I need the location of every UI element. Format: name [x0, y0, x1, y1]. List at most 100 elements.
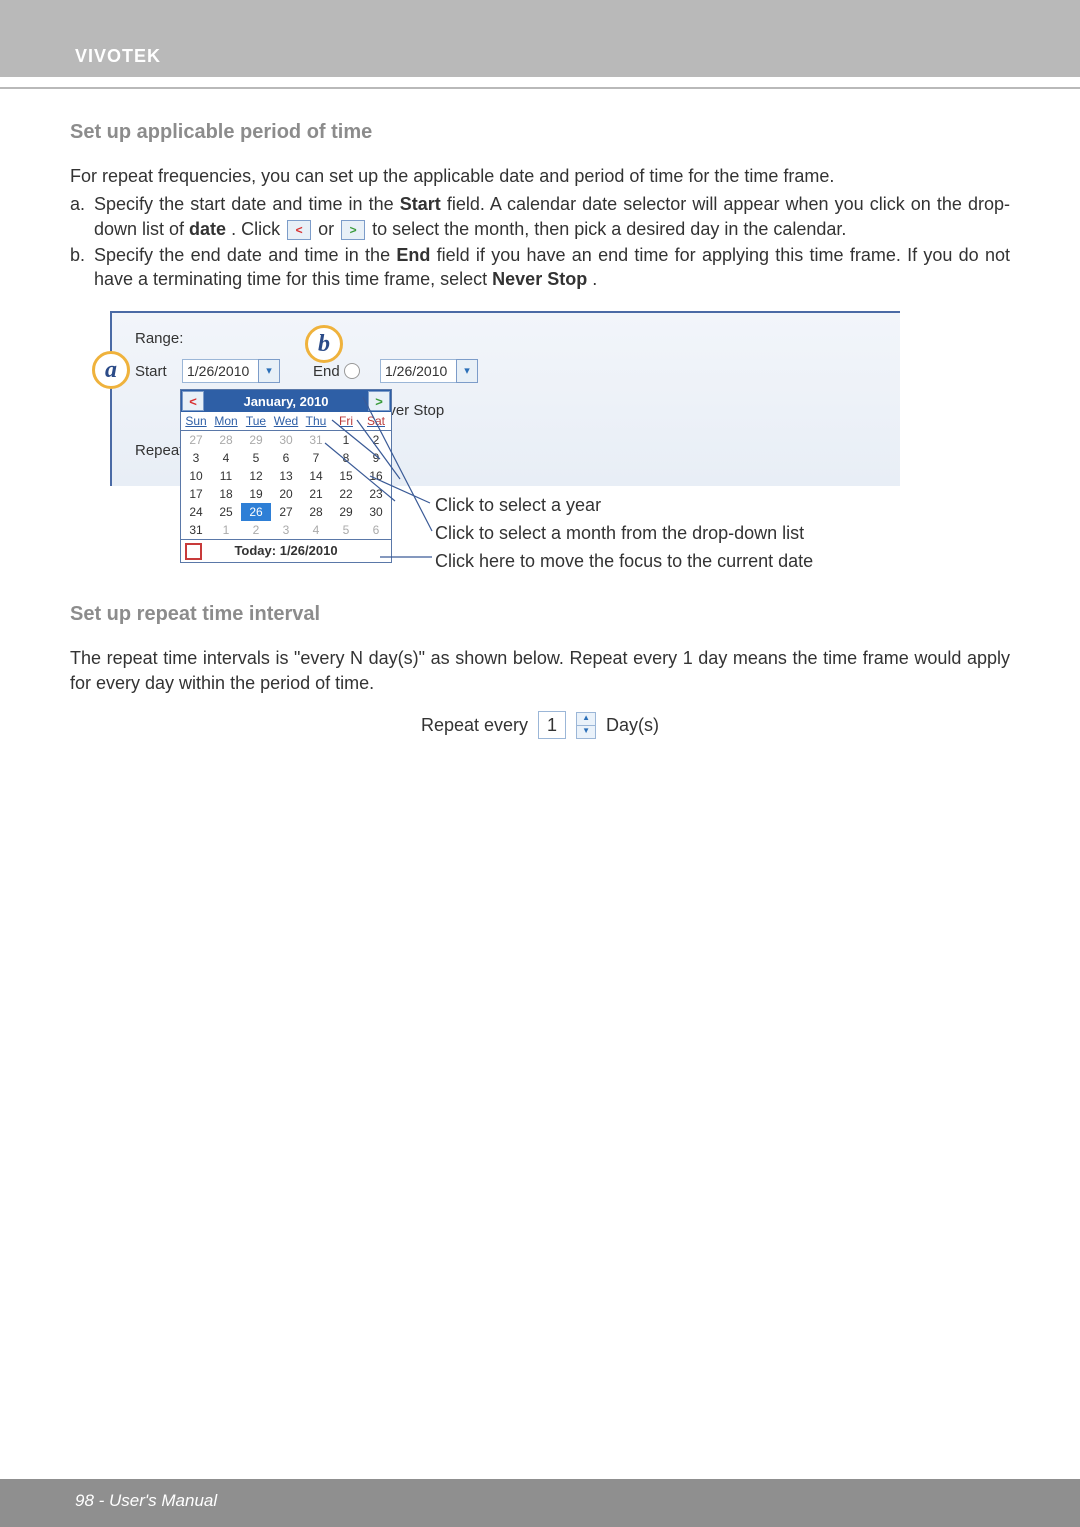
start-date-dropdown[interactable]: ▾	[258, 359, 280, 383]
dow-cell: Fri	[331, 412, 361, 430]
step-letter: b.	[70, 243, 94, 292]
header-bar: VIVOTEK	[0, 0, 1080, 77]
repeat-interval-figure: Repeat every 1 ▲ ▼ Day(s)	[70, 711, 1010, 739]
today-link[interactable]: Today: 1/26/2010	[181, 539, 391, 562]
stepper-up-icon[interactable]: ▲	[577, 713, 595, 726]
text: Specify the start date and time in the	[94, 194, 400, 214]
repeat-stepper[interactable]: ▲ ▼	[576, 712, 596, 739]
section-title-1: Set up applicable period of time	[70, 119, 1010, 146]
calendar-week-row: 10111213141516	[181, 467, 391, 485]
prev-month-icon[interactable]: <	[287, 220, 311, 240]
brand-text: VIVOTEK	[75, 46, 161, 67]
calendar-day-cell[interactable]: 4	[301, 521, 331, 539]
calendar-day-cell[interactable]: 1	[211, 521, 241, 539]
calendar-week-row: 24252627282930	[181, 503, 391, 521]
repeat-value-field[interactable]: 1	[538, 711, 566, 739]
calendar-day-cell[interactable]: 20	[271, 485, 301, 503]
calendar-day-cell[interactable]: 21	[301, 485, 331, 503]
calendar-day-cell[interactable]: 29	[241, 431, 271, 449]
step-letter: a.	[70, 192, 94, 241]
end-label: End	[313, 362, 340, 382]
calendar-day-cell[interactable]: 15	[331, 467, 361, 485]
calendar-day-cell[interactable]: 19	[241, 485, 271, 503]
calendar-day-cell[interactable]: 5	[241, 449, 271, 467]
repeat-every-label: Repeat every	[421, 713, 528, 737]
calendar-day-cell[interactable]: 2	[241, 521, 271, 539]
next-month-button[interactable]: >	[368, 391, 390, 411]
calendar-day-cell[interactable]: 25	[211, 503, 241, 521]
calendar-day-cell[interactable]: 2	[361, 431, 391, 449]
calendar-day-cell[interactable]: 4	[211, 449, 241, 467]
calendar-day-cell[interactable]: 30	[271, 431, 301, 449]
calendar-day-cell[interactable]: 17	[181, 485, 211, 503]
calendar-day-cell[interactable]: 3	[271, 521, 301, 539]
step-body: Specify the start date and time in the S…	[94, 192, 1010, 241]
footer-text: 98 - User's Manual	[75, 1491, 217, 1510]
step-a: a. Specify the start date and time in th…	[70, 192, 1010, 241]
end-date-dropdown[interactable]: ▾	[456, 359, 478, 383]
calendar-day-cell[interactable]: 3	[181, 449, 211, 467]
dow-cell: Wed	[271, 412, 301, 430]
calendar-week-row: 3456789	[181, 449, 391, 467]
calendar-grid: 2728293031123456789101112131415161718192…	[181, 431, 391, 539]
calendar-day-cell[interactable]: 8	[331, 449, 361, 467]
calendar-day-cell[interactable]: 7	[301, 449, 331, 467]
calendar-day-cell[interactable]: 10	[181, 467, 211, 485]
dow-cell: Sat	[361, 412, 391, 430]
end-date-field[interactable]: 1/26/2010	[380, 359, 460, 383]
repeat-label: Repeat	[135, 441, 183, 461]
calendar-day-cell[interactable]: 14	[301, 467, 331, 485]
calendar-day-cell[interactable]: 5	[331, 521, 361, 539]
text: or	[318, 219, 339, 239]
next-month-icon[interactable]: >	[341, 220, 365, 240]
calendar-day-cell[interactable]: 1	[331, 431, 361, 449]
today-text: Today: 1/26/2010	[234, 543, 337, 558]
calendar-day-cell[interactable]: 12	[241, 467, 271, 485]
calendar-day-cell[interactable]: 26	[241, 503, 271, 521]
calendar-day-cell[interactable]: 18	[211, 485, 241, 503]
calendar-day-cell[interactable]: 22	[331, 485, 361, 503]
page-content: Set up applicable period of time For rep…	[0, 89, 1080, 739]
calendar-day-cell[interactable]: 6	[271, 449, 301, 467]
intro-paragraph: For repeat frequencies, you can set up t…	[70, 164, 1010, 188]
calendar-day-cell[interactable]: 31	[181, 521, 211, 539]
calendar-day-cell[interactable]: 29	[331, 503, 361, 521]
text: .	[592, 269, 597, 289]
start-label: Start	[135, 362, 167, 382]
bold-start: Start	[400, 194, 441, 214]
para2: The repeat time intervals is "every N da…	[70, 646, 1010, 695]
calendar-day-cell[interactable]: 31	[301, 431, 331, 449]
calendar-week-row: 31123456	[181, 521, 391, 539]
calendar-week-row: 17181920212223	[181, 485, 391, 503]
calendar-day-cell[interactable]: 28	[211, 431, 241, 449]
step-body: Specify the end date and time in the End…	[94, 243, 1010, 292]
range-label: Range:	[135, 329, 183, 349]
calendar-day-cell[interactable]: 28	[301, 503, 331, 521]
calendar-day-cell[interactable]: 27	[271, 503, 301, 521]
dow-cell: Mon	[211, 412, 241, 430]
calendar-day-cell[interactable]: 9	[361, 449, 391, 467]
calendar-day-cell[interactable]: 27	[181, 431, 211, 449]
text: Specify the end date and time in the	[94, 245, 396, 265]
month-title[interactable]: January, 2010	[243, 393, 328, 411]
section-title-2: Set up repeat time interval	[70, 601, 1010, 628]
calendar-day-cell[interactable]: 23	[361, 485, 391, 503]
month-header[interactable]: < January, 2010 >	[181, 390, 391, 412]
calendar-day-cell[interactable]: 13	[271, 467, 301, 485]
calendar-popup: < January, 2010 > SunMonTueWedThuFriSat …	[180, 389, 392, 563]
today-marker-icon	[185, 543, 202, 560]
prev-month-button[interactable]: <	[182, 391, 204, 411]
callout-year: Click to select a year	[435, 493, 601, 517]
text: to select the month, then pick a desired…	[372, 219, 846, 239]
calendar-day-cell[interactable]: 11	[211, 467, 241, 485]
callout-today: Click here to move the focus to the curr…	[435, 549, 813, 573]
footer-bar: 98 - User's Manual	[0, 1479, 1080, 1527]
calendar-day-cell[interactable]: 30	[361, 503, 391, 521]
step-b: b. Specify the end date and time in the …	[70, 243, 1010, 292]
dow-cell: Tue	[241, 412, 271, 430]
start-date-field[interactable]: 1/26/2010	[182, 359, 262, 383]
stepper-down-icon[interactable]: ▼	[577, 726, 595, 738]
calendar-day-cell[interactable]: 24	[181, 503, 211, 521]
calendar-day-cell[interactable]: 16	[361, 467, 391, 485]
calendar-day-cell[interactable]: 6	[361, 521, 391, 539]
